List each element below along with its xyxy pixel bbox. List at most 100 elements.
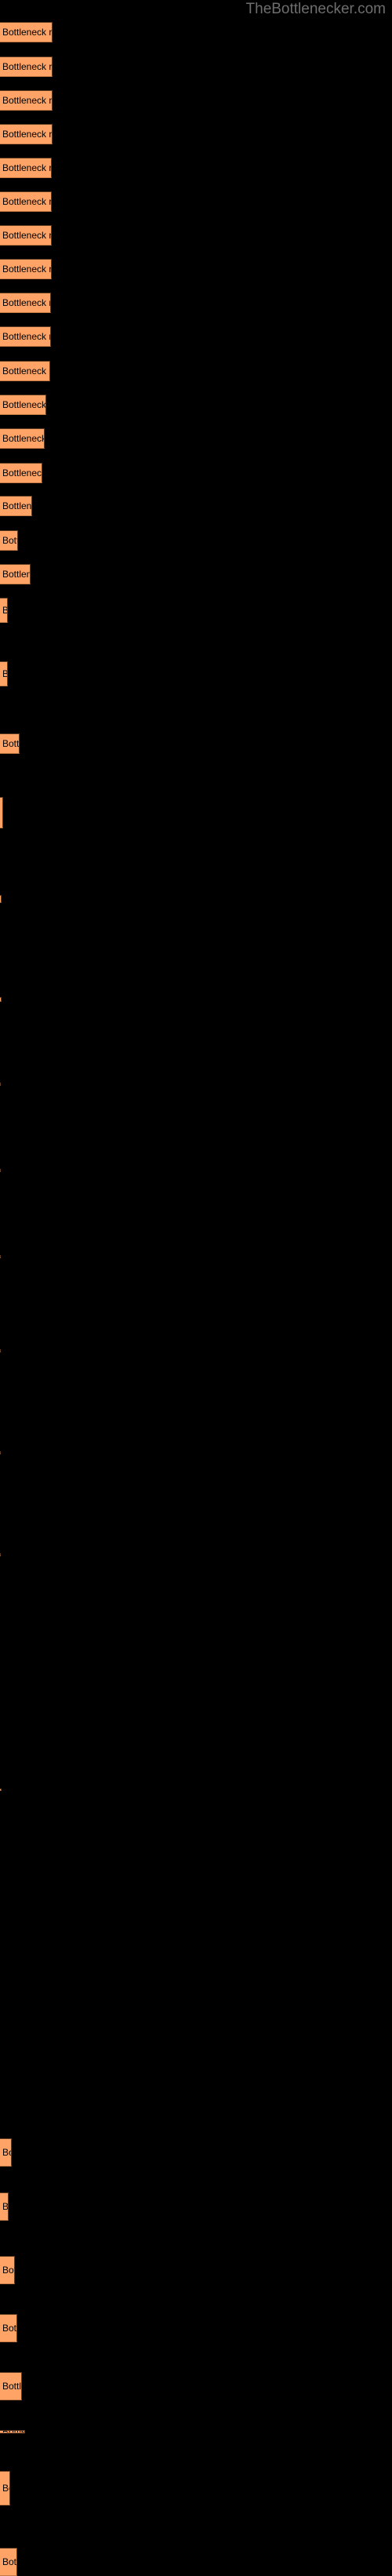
bar-6[interactable]: Bottleneck result [0, 191, 52, 212]
bar-label: Bottleneck result [2, 264, 52, 275]
bar-label: Bottleneck result [2, 27, 53, 38]
bar-35[interactable]: Bottleneck result [0, 2372, 22, 2400]
bar-22[interactable]: Bottleneck result [0, 895, 2, 903]
bar-label: Bottleneck result [2, 2323, 17, 2334]
bar-row: Bottleneck result [0, 2192, 9, 2221]
bar-25[interactable]: Bottleneck result [0, 1169, 1, 1172]
bar-row: Bottleneck result [0, 22, 53, 42]
bar-row: Bottleneck result [0, 2138, 12, 2167]
bar-row: Bottleneck result [0, 1788, 2, 1791]
bar-row: Bottleneck result [0, 997, 2, 1002]
bar-label: Bottleneck result [2, 331, 50, 342]
bar-1[interactable]: Bottleneck result [0, 22, 53, 42]
bar-row: Bottleneck result [0, 1553, 1, 1556]
bar-row: Bottleneck result [0, 395, 46, 415]
bar-row: Bottleneck result [0, 2256, 15, 2284]
bar-32[interactable]: Bottleneck result [0, 2192, 9, 2221]
bar-9[interactable]: Bottleneck result [0, 293, 51, 313]
bar-row: Bottleneck result [0, 1451, 1, 1454]
bar-row: Bottleneck result [0, 191, 52, 212]
bar-row: Bottleneck result [0, 2548, 17, 2576]
bar-12[interactable]: Bottleneck result [0, 395, 46, 415]
bar-row: Bottleneck result [0, 1169, 1, 1172]
bar-20[interactable]: Bottleneck result [0, 733, 20, 754]
bar-row: Bottleneck result [0, 428, 45, 449]
bar-label: Bottleneck result [2, 366, 49, 377]
bar-label: Bottleneck result [2, 196, 52, 207]
bar-17[interactable]: Bottleneck result [0, 564, 31, 584]
bar-row: Bottleneck result [0, 463, 42, 483]
bar-14[interactable]: Bottleneck result [0, 463, 42, 483]
bar-37[interactable]: Bottleneck result [0, 2471, 10, 2505]
bar-label: Bottleneck result [2, 2483, 9, 2494]
bar-27[interactable]: Bottleneck result [0, 1349, 1, 1352]
bar-label: Bottleneck result [2, 2381, 22, 2392]
bar-23[interactable]: Bottleneck result [0, 997, 2, 1002]
bar-row: Bottleneck result [0, 158, 52, 178]
bar-16[interactable]: Bottleneck result [0, 530, 18, 551]
bar-label: Bottleneck result [2, 129, 53, 140]
bar-label: Bottleneck result [2, 668, 7, 679]
bar-label: Bottleneck result [2, 807, 3, 818]
bar-28[interactable]: Bottleneck result [0, 1451, 1, 1454]
bar-row: Bottleneck result [0, 124, 53, 144]
bar-row: Bottleneck result [0, 661, 8, 686]
bar-row: Bottleneck result [0, 361, 50, 381]
bar-row: Bottleneck result [0, 733, 20, 754]
bar-label: Bottleneck result [2, 399, 46, 410]
bar-row: Bottleneck result [0, 530, 18, 551]
bar-row: Bottleneck result [0, 2314, 17, 2342]
bar-row: Bottleneck result [0, 598, 8, 623]
bar-row: Bottleneck result [0, 293, 51, 313]
bar-row: Bottleneck result [0, 564, 31, 584]
bar-3[interactable]: Bottleneck result [0, 90, 53, 111]
bar-5[interactable]: Bottleneck result [0, 158, 52, 178]
bar-row: Bottleneck result [0, 2471, 10, 2505]
bar-8[interactable]: Bottleneck result [0, 259, 52, 279]
bar-13[interactable]: Bottleneck result [0, 428, 45, 449]
bar-34[interactable]: Bottleneck result [0, 2314, 17, 2342]
bar-label: Bottleneck result [2, 2556, 17, 2567]
bar-label: Bottleneck result [2, 2431, 24, 2432]
bar-30[interactable]: Bottleneck result [0, 1788, 2, 1791]
bar-row: Bottleneck result [0, 1082, 1, 1086]
bar-label: Bottleneck result [2, 162, 52, 173]
bar-2[interactable]: Bottleneck result [0, 56, 53, 77]
bar-row: Bottleneck result [0, 1349, 1, 1352]
bar-label: Bottleneck result [2, 2201, 9, 2212]
bar-row: Bottleneck result [0, 259, 52, 279]
bar-label: Bottleneck result [2, 95, 53, 106]
bar-label: Bottleneck result [2, 230, 52, 241]
bar-7[interactable]: Bottleneck result [0, 225, 52, 246]
bar-label: Bottleneck result [2, 569, 30, 580]
bar-row: Bottleneck result [0, 2372, 22, 2400]
bar-row: Bottleneck result [0, 56, 53, 77]
bar-11[interactable]: Bottleneck result [0, 361, 50, 381]
bar-label: Bottleneck result [2, 468, 42, 478]
bottleneck-bar-chart: Bottleneck result Bottleneck result Bottle… [0, 0, 392, 2576]
bar-24[interactable]: Bottleneck result [0, 1082, 1, 1086]
bar-label: Bottleneck result [2, 2265, 14, 2276]
bar-row: Bottleneck result [0, 225, 52, 246]
bar-10[interactable]: Bottleneck result [0, 326, 51, 347]
bar-row: Bottleneck result [0, 797, 3, 828]
bar-15[interactable]: Bottleneck result [0, 496, 32, 516]
bar-label: Bottleneck result [2, 61, 53, 72]
bar-label: Bottleneck result [2, 500, 32, 511]
bar-36[interactable]: Bottleneck result [0, 2430, 25, 2433]
bar-row: Bottleneck result [0, 90, 53, 111]
bar-29[interactable]: Bottleneck result [0, 1553, 1, 1556]
bar-38[interactable]: Bottleneck result [0, 2548, 17, 2576]
bar-31[interactable]: Bottleneck result [0, 2138, 12, 2167]
bar-21[interactable]: Bottleneck result [0, 797, 3, 828]
bar-26[interactable]: Bottleneck result [0, 1255, 1, 1258]
bar-row: Bottleneck result [0, 326, 51, 347]
bar-label: Bottleneck result [2, 433, 45, 444]
bar-33[interactable]: Bottleneck result [0, 2256, 15, 2284]
bar-4[interactable]: Bottleneck result [0, 124, 53, 144]
bar-label: Bottleneck result [2, 297, 50, 308]
bar-19[interactable]: Bottleneck result [0, 661, 8, 686]
bar-row: Bottleneck result [0, 2430, 25, 2433]
bar-row: Bottleneck result [0, 496, 32, 516]
bar-18[interactable]: Bottleneck result [0, 598, 8, 623]
